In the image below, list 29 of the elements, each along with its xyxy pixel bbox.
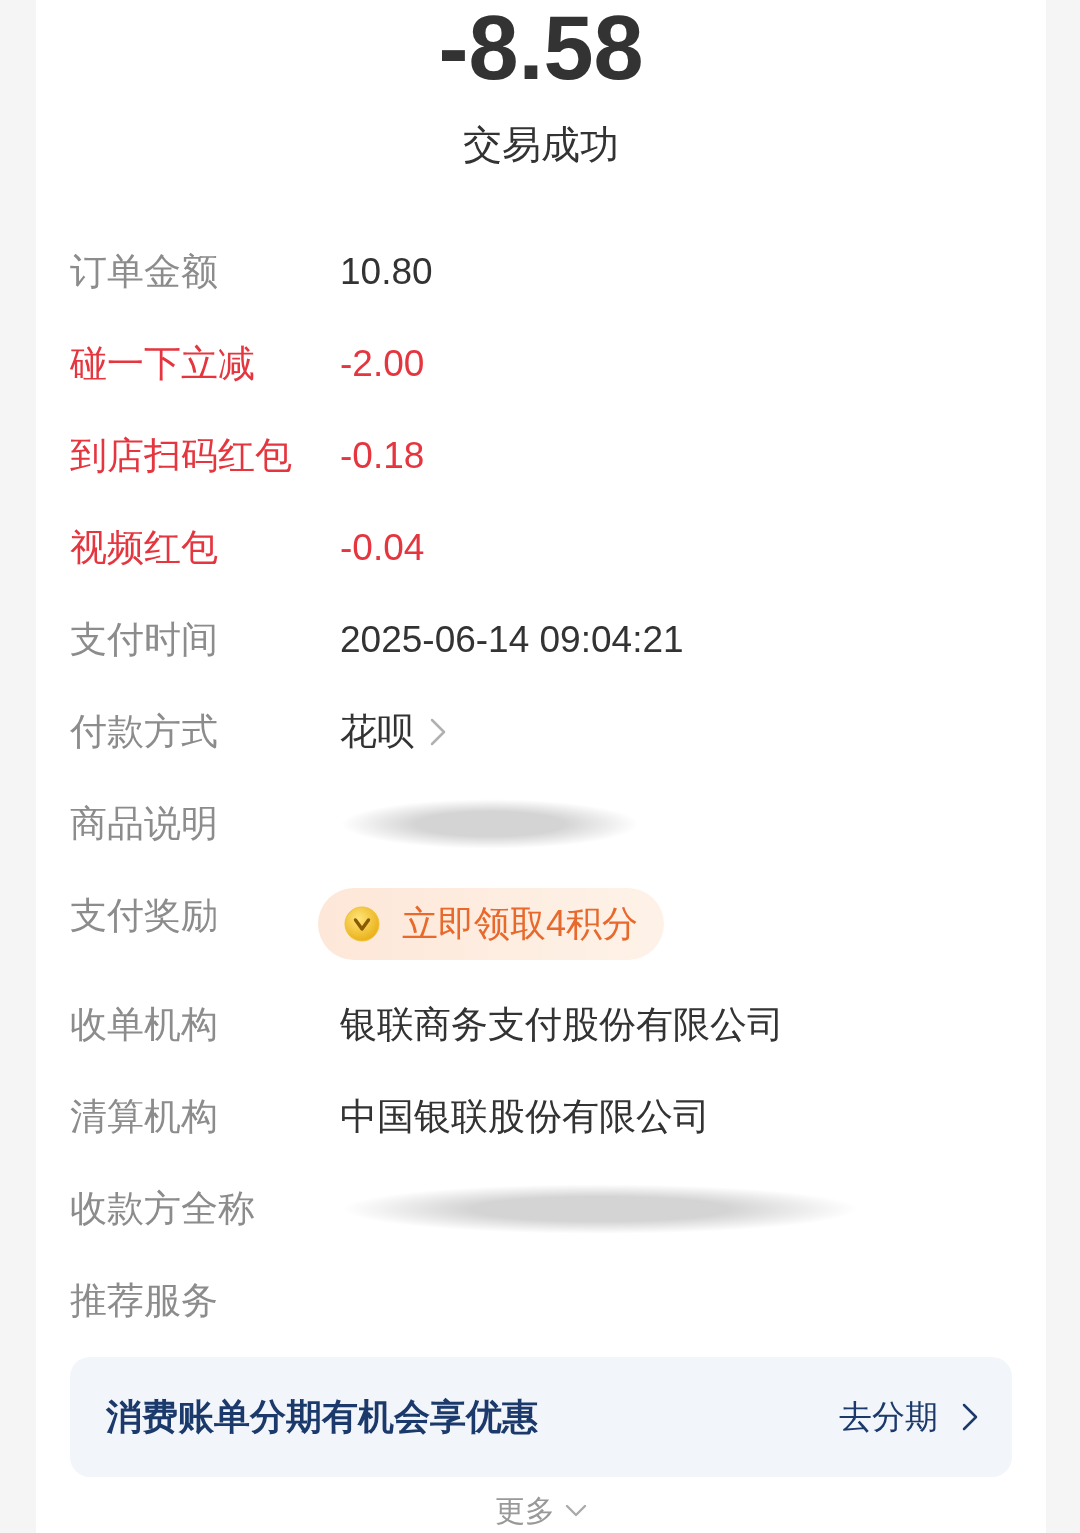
field-value: 银联商务支付股份有限公司 (340, 1003, 784, 1047)
status-text: 交易成功 (463, 122, 619, 168)
field-label: 商品说明 (70, 802, 219, 846)
field-value: -2.00 (340, 342, 425, 386)
payment-method-link[interactable]: 花呗 (340, 707, 446, 757)
field-value: 10.80 (340, 250, 433, 294)
field-label: 收单机构 (70, 1003, 219, 1047)
field-label: 支付奖励 (70, 894, 219, 938)
field-label: 碰一下立减 (70, 342, 256, 386)
coin-icon (344, 906, 380, 942)
installment-banner[interactable]: 消费账单分期有机会享优惠 去分期 (70, 1357, 1012, 1477)
section-title: 推荐服务 (70, 1279, 219, 1323)
field-value: 中国银联股份有限公司 (340, 1095, 710, 1139)
chevron-right-icon (962, 1403, 978, 1431)
field-label: 清算机构 (70, 1095, 219, 1139)
installment-link[interactable]: 去分期 (839, 1394, 978, 1440)
chevron-down-icon (565, 1504, 587, 1518)
field-label: 收款方全称 (70, 1187, 256, 1231)
banner-text: 消费账单分期有机会享优惠 (106, 1394, 538, 1439)
field-value: -0.18 (340, 434, 425, 478)
field-label: 订单金额 (70, 250, 219, 294)
field-label: 支付时间 (70, 618, 219, 662)
field-value: -0.04 (340, 526, 425, 570)
field-value: 2025-06-14 09:04:21 (340, 618, 684, 662)
amount-text: -8.58 (438, 0, 644, 96)
chevron-right-icon (430, 718, 446, 746)
field-label: 到店扫码红包 (70, 434, 293, 478)
field-label: 付款方式 (70, 710, 219, 754)
field-label: 视频红包 (70, 526, 219, 570)
